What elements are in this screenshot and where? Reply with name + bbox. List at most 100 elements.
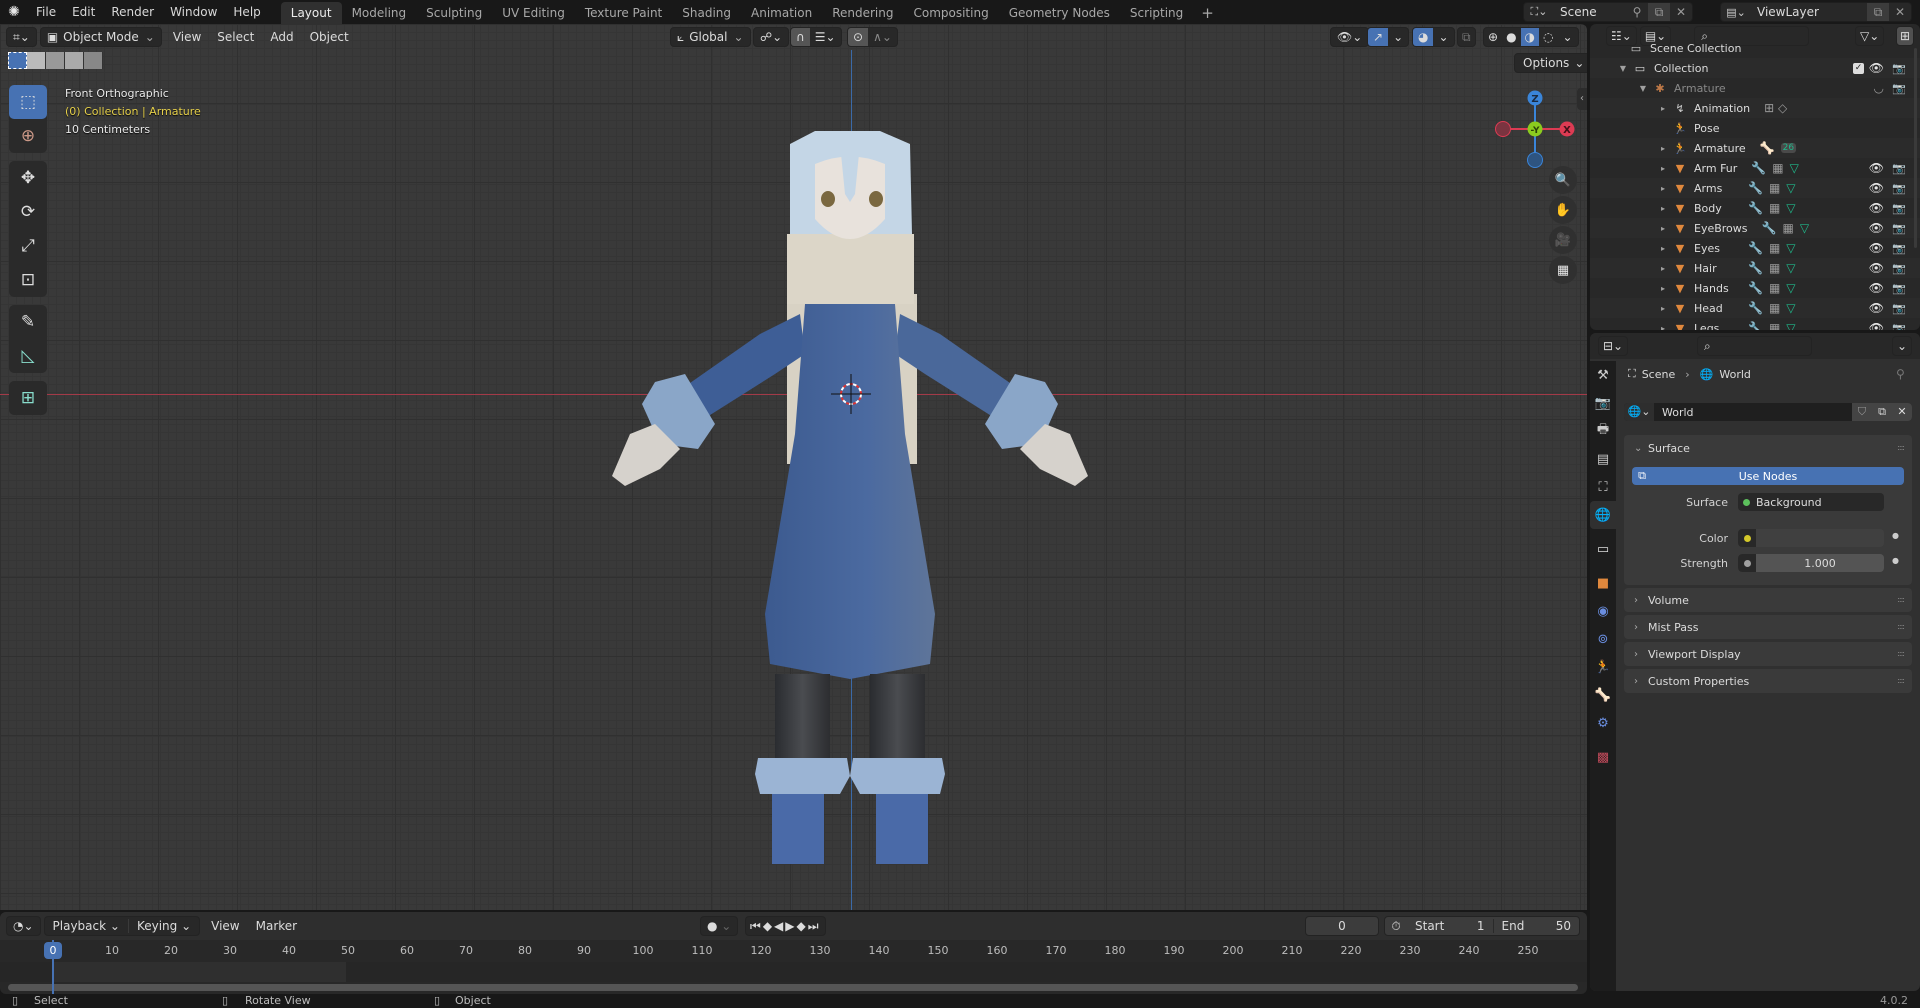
modifier-icon[interactable]: 🔧 [1751, 161, 1766, 175]
tab-collection[interactable]: ▭ [1590, 535, 1616, 563]
snap-target-icon[interactable]: ☰⌄ [810, 30, 841, 44]
bone-icon[interactable]: 🦴 [1760, 141, 1775, 155]
tab-texture[interactable]: ▩ [1590, 743, 1616, 771]
add-workspace-button[interactable]: + [1193, 2, 1222, 24]
mesh-data-icon[interactable]: ▽ [1786, 181, 1795, 195]
hidden-eye-icon[interactable]: ◡ [1874, 81, 1884, 95]
select-box-tool[interactable]: ⬚ [9, 85, 47, 119]
jump-start-icon[interactable]: ⏮ [750, 919, 763, 934]
pin-icon[interactable]: ⚲ [1896, 367, 1905, 381]
gizmo-neg-x-axis[interactable] [1495, 121, 1511, 137]
visibility-eye-icon[interactable]: 👁 [1869, 201, 1884, 215]
view-layer-icon[interactable]: ▤⌄ [1721, 6, 1751, 19]
modifier-icon[interactable]: 🔧 [1762, 221, 1777, 235]
properties-options-dropdown[interactable]: ⌄ [1892, 336, 1913, 356]
play-icon[interactable]: ▶ [785, 919, 796, 933]
custom-properties-panel[interactable]: › Custom Properties:::: [1624, 669, 1912, 693]
color-socket[interactable] [1738, 529, 1756, 547]
tab-world[interactable]: 🌐 [1590, 501, 1616, 529]
surface-shader-field[interactable]: Background [1738, 493, 1884, 511]
tab-rendering[interactable]: Rendering [822, 2, 903, 24]
expand-toggle-icon[interactable]: ▸ [1658, 144, 1668, 153]
tab-uv-editing[interactable]: UV Editing [492, 2, 575, 24]
tab-physics[interactable]: ◉ [1590, 597, 1616, 625]
mode-dropdown[interactable]: ▣ Object Mode ⌄ [39, 27, 162, 47]
tab-constraints[interactable]: ⊚ [1590, 625, 1616, 653]
render-camera-icon[interactable]: 📷 [1892, 162, 1906, 175]
modifier-icon[interactable]: 🔧 [1748, 241, 1763, 255]
tab-animation[interactable]: Animation [741, 2, 822, 24]
next-keyframe-icon[interactable]: ◆ [797, 919, 808, 933]
blender-logo-icon[interactable]: ✺ [0, 0, 28, 24]
mesh-object-row[interactable]: ▸ ▼ Legs 🔧 ▦ ▽ 👁 📷 [1590, 318, 1920, 330]
3d-viewport[interactable]: ⌗⌄ ▣ Object Mode ⌄ View Select Add Object … [0, 24, 1587, 910]
tab-bone[interactable]: 🦴 [1590, 681, 1616, 709]
select-extend-icon[interactable] [27, 52, 46, 69]
expand-toggle-icon[interactable]: ▸ [1658, 224, 1668, 233]
menu-view[interactable]: View [165, 27, 209, 47]
modifier-icon[interactable]: 🔧 [1748, 201, 1763, 215]
camera-view-button[interactable]: 🎥 [1549, 226, 1577, 254]
tab-modeling[interactable]: Modeling [342, 2, 417, 24]
jump-end-icon[interactable]: ⏭ [808, 919, 821, 934]
render-camera-icon[interactable]: 📷 [1892, 182, 1906, 195]
mesh-data-icon[interactable]: ▽ [1790, 161, 1799, 175]
start-frame-field[interactable]: Start 1 [1407, 919, 1494, 933]
pan-view-button[interactable]: ✋ [1549, 196, 1577, 224]
viewport-display-panel[interactable]: › Viewport Display:::: [1624, 642, 1912, 666]
modifier-icon[interactable]: 🔧 [1748, 321, 1763, 330]
scale-tool[interactable]: ⤢ [9, 229, 47, 263]
transform-orientation-dropdown[interactable]: ⟀ Global ⌄ [670, 27, 751, 47]
mesh-object-row[interactable]: ▸ ▼ Head 🔧 ▦ ▽ 👁 📷 [1590, 298, 1920, 318]
mesh-data-icon[interactable]: ▽ [1786, 261, 1795, 275]
render-camera-icon[interactable]: 📷 [1892, 82, 1906, 95]
delete-view-layer-button[interactable]: ✕ [1889, 3, 1911, 21]
mesh-data-icon[interactable]: ▽ [1786, 321, 1795, 330]
world-name-field[interactable]: World [1654, 406, 1852, 419]
render-camera-icon[interactable]: 📷 [1892, 242, 1906, 255]
falloff-icon[interactable]: ∧⌄ [868, 30, 897, 44]
solid-shading-icon[interactable]: ● [1502, 30, 1520, 44]
menu-select[interactable]: Select [209, 27, 262, 47]
menu-add[interactable]: Add [262, 27, 301, 47]
render-camera-icon[interactable]: 📷 [1892, 262, 1906, 275]
auto-keying-toggle[interactable]: ● ⌄ [700, 916, 739, 936]
visibility-eye-icon[interactable]: 👁 [1869, 241, 1884, 255]
timeline-scrollbar[interactable] [8, 984, 1578, 991]
action-icon[interactable]: ⊞ ◇ [1764, 101, 1787, 115]
current-frame-field[interactable]: 0 [1305, 916, 1379, 936]
select-intersect-icon[interactable] [84, 52, 103, 69]
menu-help[interactable]: Help [225, 0, 268, 24]
view-layer-name-field[interactable]: ViewLayer [1751, 5, 1867, 19]
playhead-frame-indicator[interactable]: 0 [44, 942, 62, 959]
mesh-object-row[interactable]: ▸ ▼ Arm Fur 🔧 ▦ ▽ 👁 📷 [1590, 158, 1920, 178]
scene-name-field[interactable]: Scene [1554, 5, 1626, 19]
expand-toggle-icon[interactable]: ▸ [1658, 284, 1668, 293]
timeline-menu-view[interactable]: View [203, 916, 247, 936]
visibility-eye-icon[interactable]: 👁 [1869, 321, 1884, 330]
expand-toggle-icon[interactable]: ▸ [1658, 204, 1668, 213]
mesh-object-row[interactable]: ▸ ▼ EyeBrows 🔧 ▦ ▽ 👁 📷 [1590, 218, 1920, 238]
color-field[interactable] [1738, 529, 1884, 547]
editor-type-button[interactable]: ⌗⌄ [6, 27, 37, 47]
world-browse-icon[interactable]: 🌐⌄ [1624, 403, 1654, 421]
mesh-object-row[interactable]: ▸ ▼ Hands 🔧 ▦ ▽ 👁 📷 [1590, 278, 1920, 298]
mesh-data-icon[interactable]: ▽ [1786, 281, 1795, 295]
visibility-eye-icon[interactable]: 👁 [1869, 181, 1884, 195]
tab-layout[interactable]: Layout [280, 2, 342, 24]
expand-toggle-icon[interactable]: ▸ [1658, 304, 1668, 313]
navigation-gizmo[interactable]: Z X -Y [1490, 84, 1580, 174]
modifier-icon[interactable]: 🔧 [1748, 281, 1763, 295]
visibility-eye-icon[interactable]: 👁 [1869, 221, 1884, 235]
render-camera-icon[interactable]: 📷 [1892, 222, 1906, 235]
play-reverse-icon[interactable]: ◀ [774, 919, 785, 933]
drag-handle-icon[interactable]: :::: [1897, 595, 1905, 604]
menu-file[interactable]: File [28, 0, 64, 24]
vertex-groups-icon[interactable]: ▦ [1769, 301, 1780, 315]
collection-row[interactable]: ▼ ▭ Collection ✓ 👁 📷 [1590, 58, 1920, 78]
prev-keyframe-icon[interactable]: ◆ [763, 919, 774, 933]
drag-handle-icon[interactable]: :::: [1897, 443, 1905, 452]
delete-scene-button[interactable]: ✕ [1670, 3, 1692, 21]
render-camera-icon[interactable]: 📷 [1892, 62, 1906, 75]
scene-icon[interactable]: ⛶⌄ [1524, 5, 1554, 19]
